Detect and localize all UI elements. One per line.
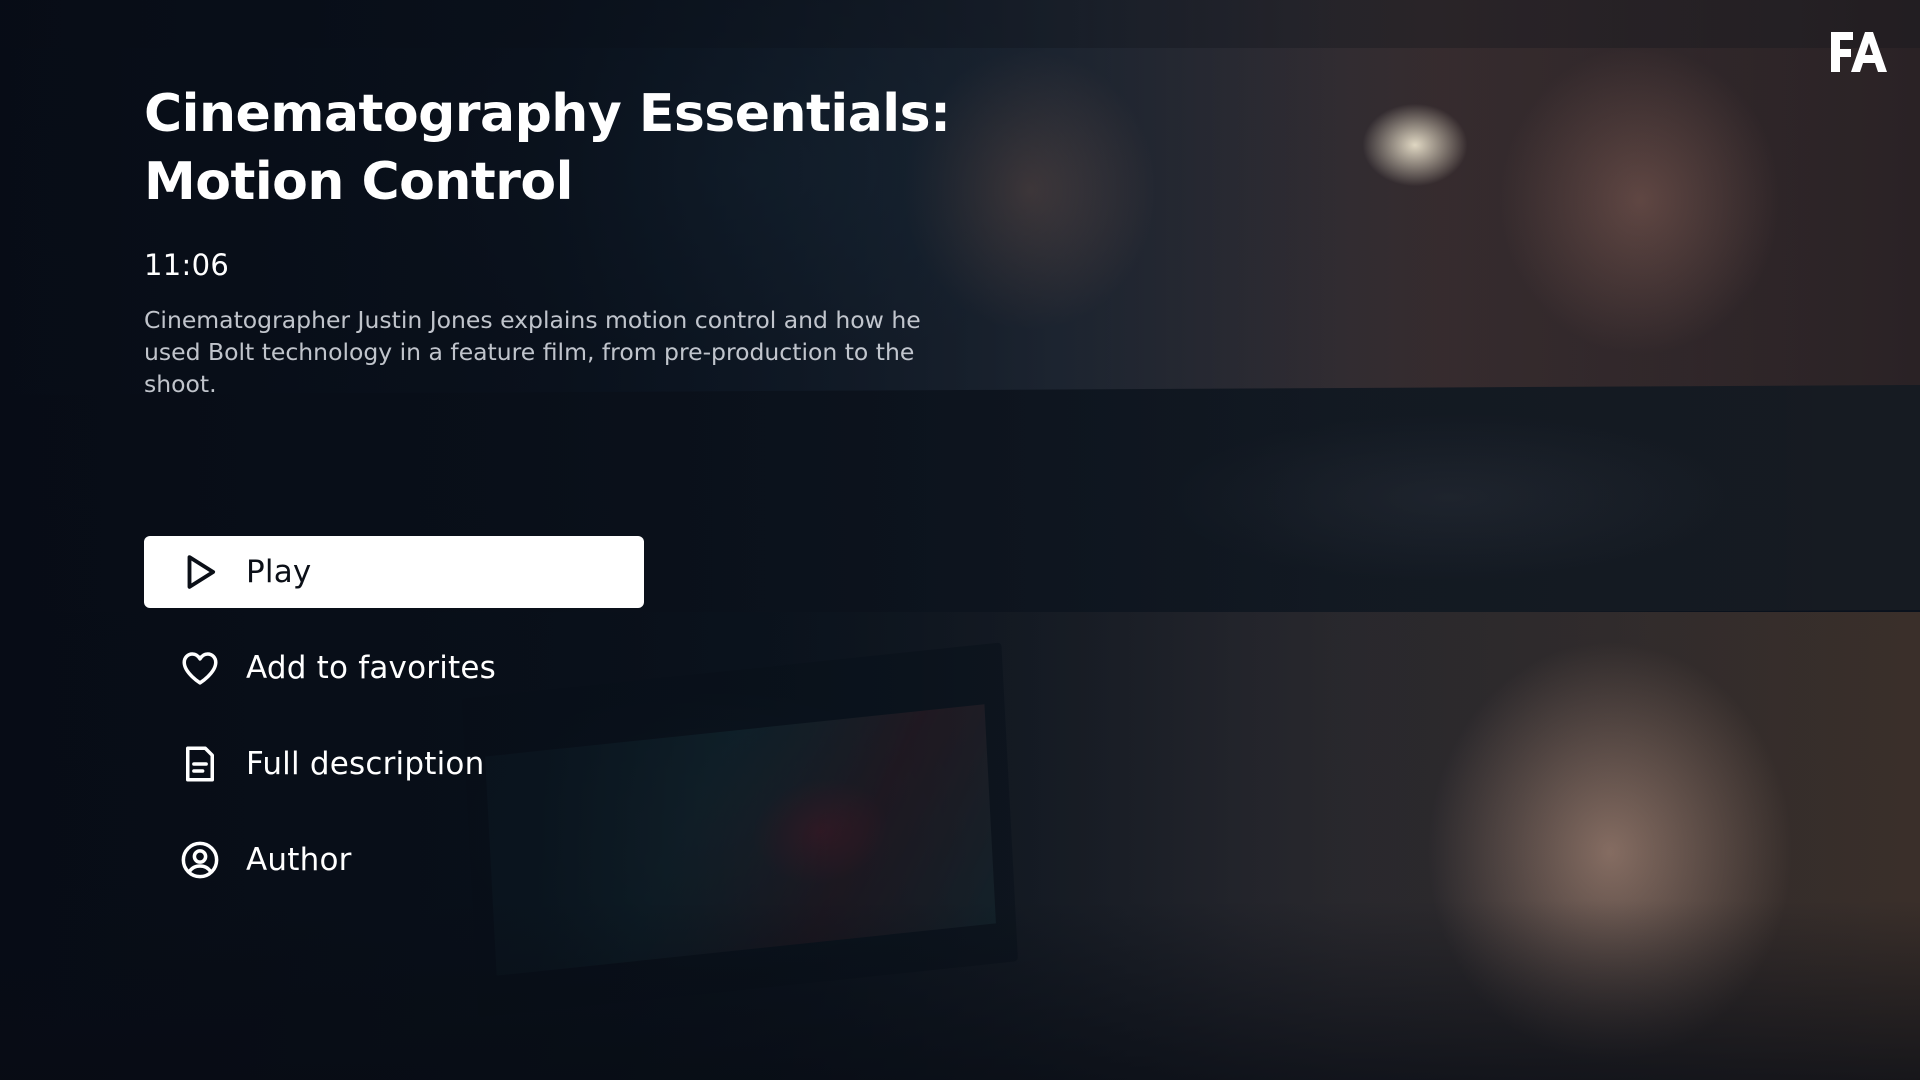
video-detail-screen: Cinematography Essentials: Motion Contro… [0, 0, 1920, 1080]
user-circle-icon [178, 838, 222, 882]
video-info: Cinematography Essentials: Motion Contro… [144, 80, 964, 400]
action-menu: Play Add to favorites Full description A… [144, 536, 644, 920]
play-icon [178, 550, 222, 594]
author-button[interactable]: Author [144, 824, 644, 896]
full-description-button[interactable]: Full description [144, 728, 644, 800]
heart-icon [178, 646, 222, 690]
add-to-favorites-button[interactable]: Add to favorites [144, 632, 644, 704]
add-to-favorites-label: Add to favorites [246, 650, 497, 686]
document-icon [178, 742, 222, 786]
fa-logo-icon [1831, 32, 1887, 72]
video-title: Cinematography Essentials: Motion Contro… [144, 84, 951, 212]
brand-logo [1829, 28, 1887, 74]
play-button[interactable]: Play [144, 536, 644, 608]
full-description-label: Full description [246, 746, 485, 782]
author-label: Author [246, 842, 352, 878]
play-button-label: Play [246, 554, 312, 590]
video-description: Cinematographer Justin Jones explains mo… [144, 306, 921, 398]
video-duration: 11:06 [144, 248, 230, 282]
